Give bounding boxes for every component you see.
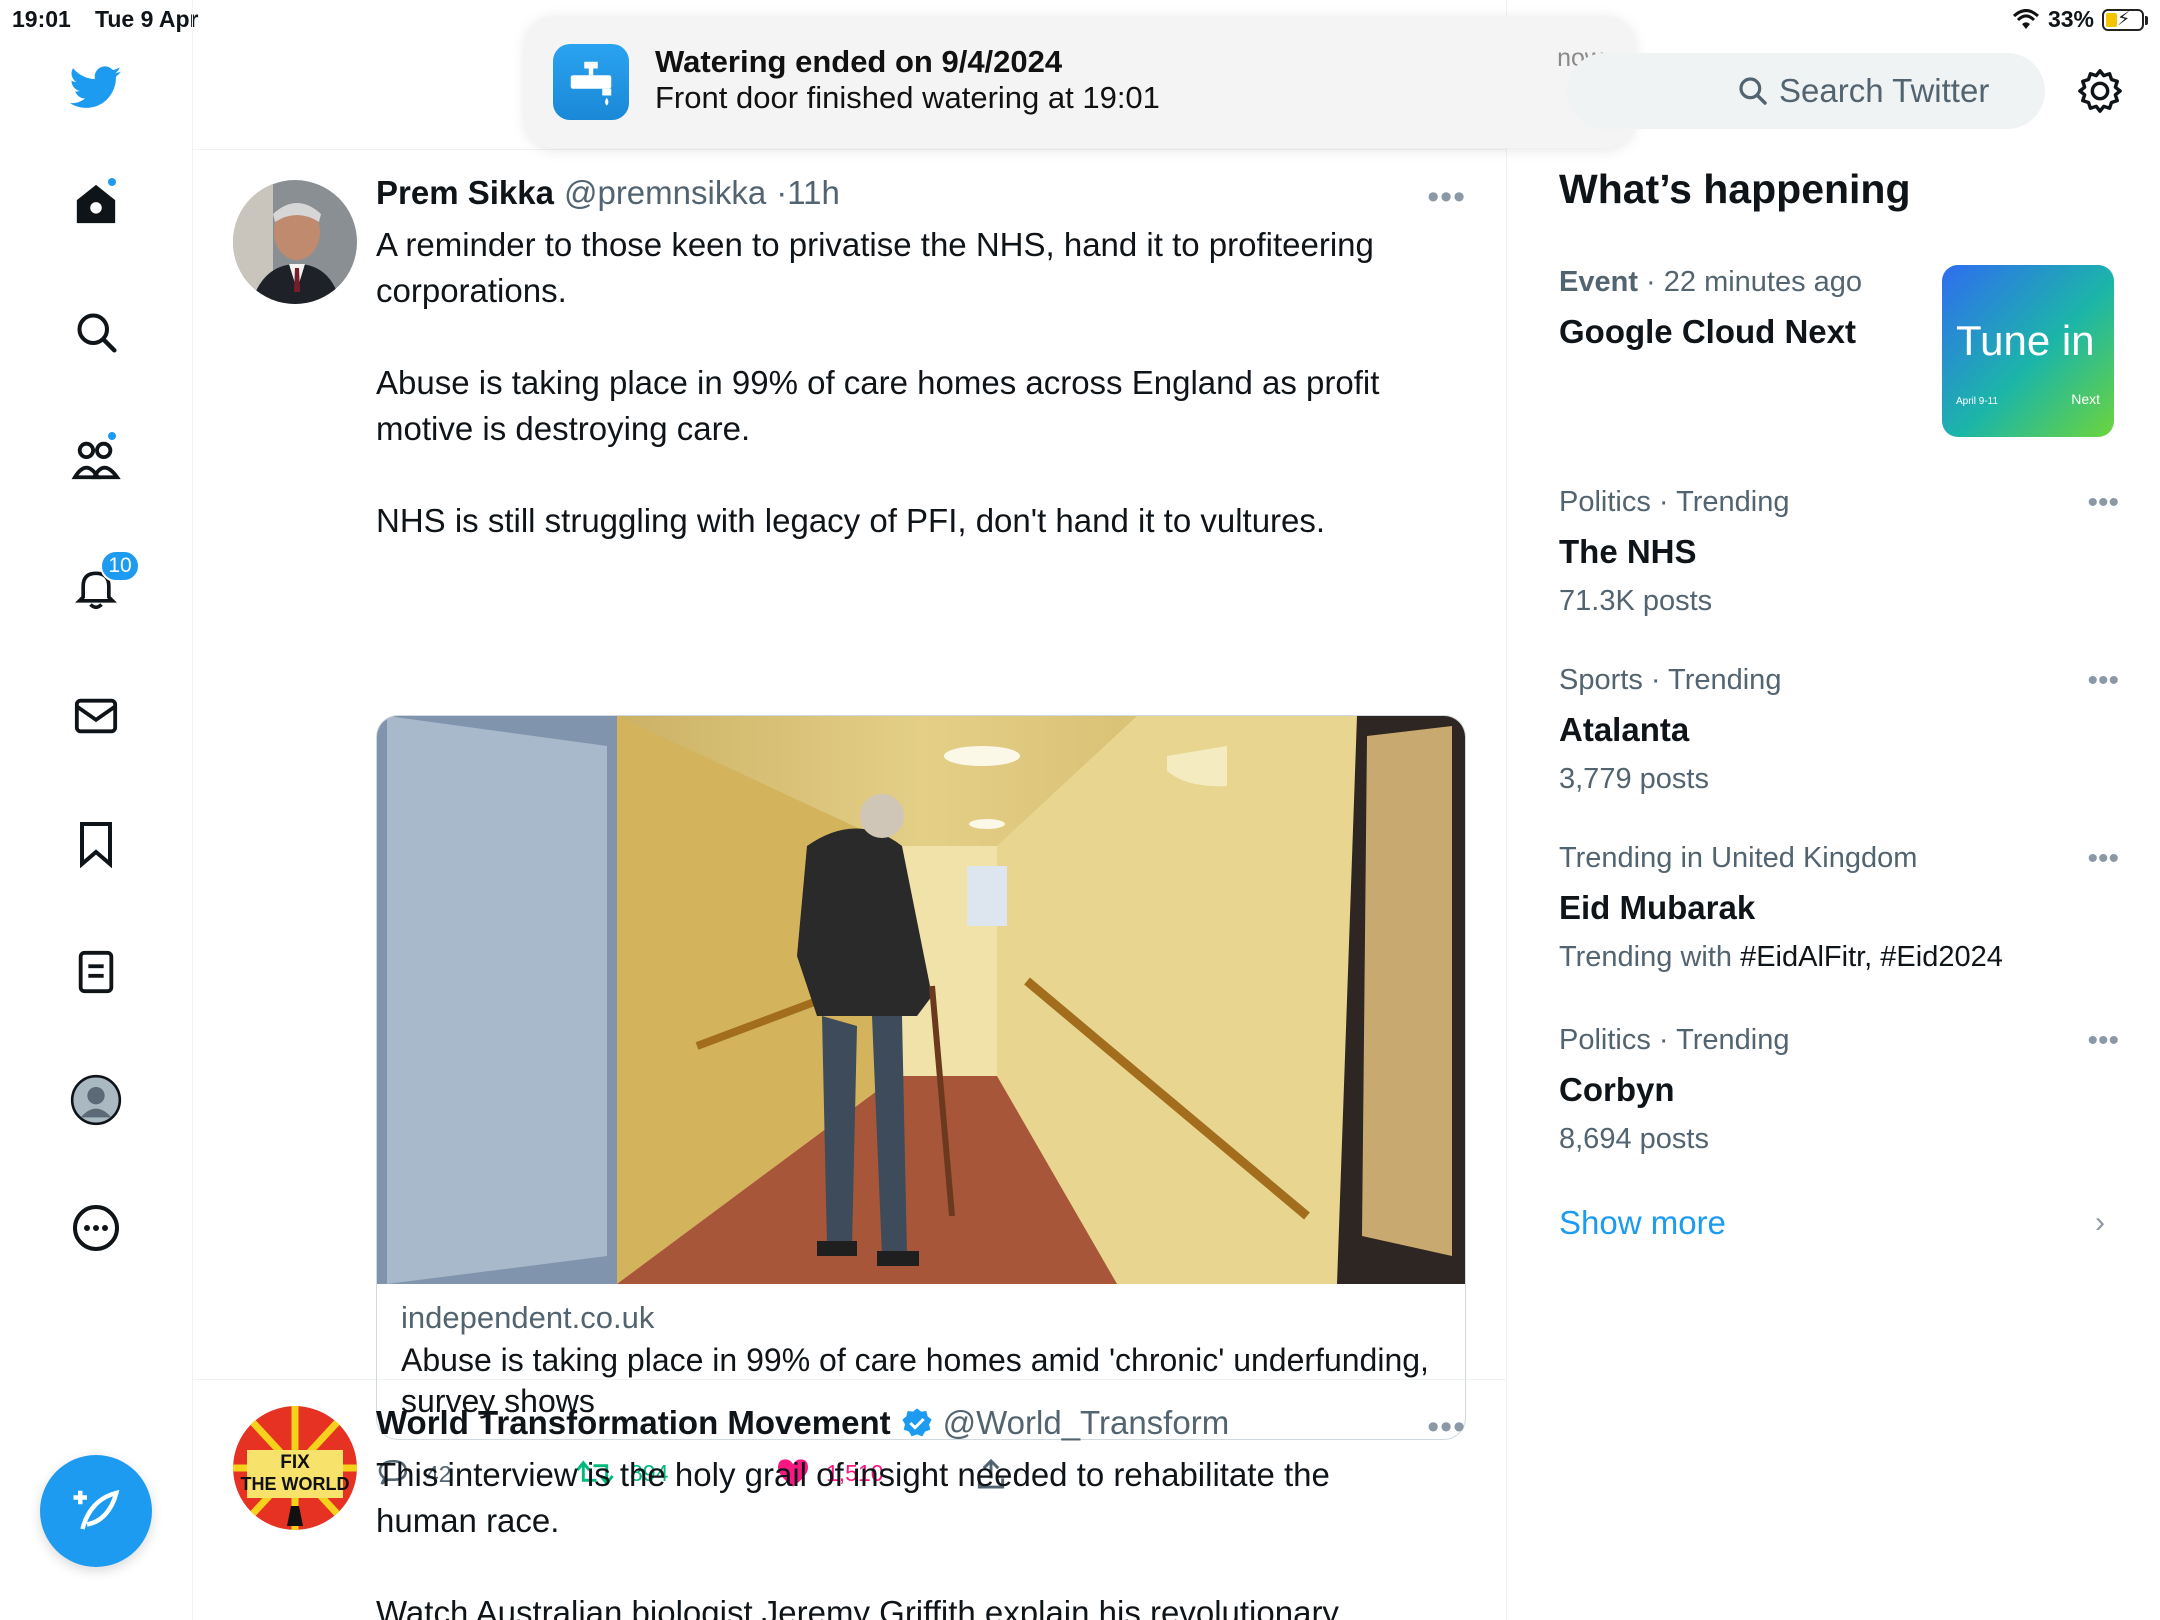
- compose-tweet-button[interactable]: [40, 1455, 152, 1567]
- communities-icon[interactable]: [70, 430, 122, 486]
- avatar[interactable]: [233, 180, 357, 304]
- notification-body: Front door finished watering at 19:01: [655, 80, 1160, 115]
- event-category: Event: [1559, 266, 1638, 298]
- tweet-more-icon[interactable]: •••: [1427, 1408, 1466, 1447]
- trend-posts: 3,779 posts: [1559, 763, 1709, 795]
- profile-icon[interactable]: [70, 1074, 122, 1126]
- tweet-time[interactable]: 11h: [787, 174, 840, 212]
- tweet-paragraph: A reminder to those keen to privatise th…: [376, 226, 1374, 309]
- search-icon: [1739, 77, 1767, 105]
- communities-new-dot: [106, 430, 118, 442]
- tweet[interactable]: FIX THE WORLD World Transformation Movem…: [193, 1380, 1506, 1620]
- notification-title: Watering ended on 9/4/2024: [655, 44, 1063, 79]
- watering-app-icon: [553, 44, 629, 120]
- trend-item[interactable]: Trending in United Kingdom Eid Mubarak T…: [1559, 842, 2119, 974]
- tweet-paragraph: Abuse is taking place in 99% of care hom…: [376, 364, 1380, 447]
- event-time: 22 minutes ago: [1663, 266, 1863, 298]
- tweet-paragraph: This interview is the holy grail of insi…: [376, 1456, 1330, 1539]
- trend-more-icon[interactable]: •••: [2087, 486, 2119, 520]
- more-icon[interactable]: [70, 1202, 122, 1254]
- trend-sub-prefix: Trending with: [1559, 941, 1733, 973]
- notification-banner[interactable]: Watering ended on 9/4/2024 Front door fi…: [525, 16, 1635, 148]
- search-placeholder: Search Twitter: [1779, 72, 1990, 109]
- trend-title: The NHS: [1559, 533, 1697, 570]
- trend-more-icon[interactable]: •••: [2087, 1024, 2119, 1058]
- trend-more-icon[interactable]: •••: [2087, 664, 2119, 698]
- show-more-link[interactable]: Show more: [1559, 1204, 1726, 1242]
- author-name[interactable]: World Transformation Movement: [376, 1404, 891, 1442]
- trend-title: Corbyn: [1559, 1071, 1675, 1108]
- lists-icon[interactable]: [70, 946, 122, 998]
- twitter-logo[interactable]: [70, 62, 122, 114]
- author-handle[interactable]: @premnsikka: [564, 174, 766, 212]
- settings-button[interactable]: [2077, 68, 2123, 119]
- tweet-more-icon[interactable]: •••: [1427, 178, 1466, 217]
- mail-icon[interactable]: [70, 690, 122, 742]
- trend-item[interactable]: Politics · Trending The NHS 71.3K posts …: [1559, 486, 2119, 618]
- verified-icon: [901, 1408, 932, 1437]
- trend-item[interactable]: Politics · Trending Corbyn 8,694 posts •…: [1559, 1024, 2119, 1156]
- event-thumb-text: Tune in: [1956, 317, 2095, 364]
- trend-posts: 8,694 posts: [1559, 1123, 1709, 1155]
- author-name[interactable]: Prem Sikka: [376, 174, 554, 212]
- avatar-text-world: THE WORLD: [241, 1474, 350, 1494]
- tweet-text: A reminder to those keen to privatise th…: [376, 222, 1436, 590]
- right-sidebar: Search Twitter What’s happening Event · …: [1507, 0, 2160, 1620]
- trend-title: Eid Mubarak: [1559, 889, 1756, 926]
- author-handle[interactable]: @World_Transform: [943, 1404, 1230, 1442]
- gear-icon: [2078, 69, 2122, 113]
- link-card[interactable]: independent.co.uk Abuse is taking place …: [376, 715, 1466, 1440]
- notifications-badge: 10: [100, 550, 140, 582]
- sidebar: 10: [0, 0, 193, 1620]
- event-thumb-date: April 9-11: [1956, 396, 1999, 407]
- card-image: [377, 716, 1465, 1284]
- avatar[interactable]: FIX THE WORLD: [233, 1406, 357, 1530]
- search-icon[interactable]: [70, 306, 122, 358]
- event-thumb-brand: Next: [2071, 391, 2100, 407]
- trend-sub: Trending with #EidAlFitr, #Eid2024: [1559, 941, 2119, 974]
- tweet[interactable]: Prem Sikka @premnsikka · 11h ••• A remin…: [193, 150, 1506, 1489]
- whats-happening-title: What’s happening: [1559, 166, 1911, 212]
- home-icon[interactable]: [70, 176, 122, 230]
- tweet-paragraph: Watch Australian biologist Jeremy Griffi…: [376, 1594, 1339, 1620]
- trend-posts: 71.3K posts: [1559, 585, 1713, 617]
- trend-meta: Politics · Trending: [1559, 486, 1790, 518]
- trend-hashtags[interactable]: #EidAlFitr, #Eid2024: [1740, 941, 2003, 973]
- tweet-paragraph: NHS is still struggling with legacy of P…: [376, 502, 1326, 539]
- trend-meta: Politics · Trending: [1559, 1024, 1790, 1056]
- card-domain: independent.co.uk: [401, 1300, 655, 1335]
- event-thumbnail[interactable]: Tune in April 9-11 Next: [1942, 265, 2114, 437]
- trend-meta: Sports · Trending: [1559, 664, 1782, 696]
- home-new-dot: [106, 176, 118, 188]
- compose-feather-icon: [73, 1489, 120, 1530]
- trend-title: Atalanta: [1559, 711, 1690, 748]
- bell-icon[interactable]: 10: [70, 550, 140, 614]
- search-input[interactable]: Search Twitter: [1567, 53, 2045, 129]
- chevron-right-icon: ›: [2095, 1206, 2105, 1239]
- tweet-header: Prem Sikka @premnsikka · 11h: [376, 174, 840, 212]
- separator-dot: ·: [776, 174, 788, 211]
- tweet-header: World Transformation Movement @World_Tra…: [376, 1404, 1229, 1442]
- trend-item[interactable]: Sports · Trending Atalanta 3,779 posts •…: [1559, 664, 2119, 796]
- avatar-text-fix: FIX: [280, 1452, 310, 1473]
- trend-meta: Trending in United Kingdom: [1559, 842, 1918, 874]
- trend-more-icon[interactable]: •••: [2087, 842, 2119, 876]
- timeline: Prem Sikka @premnsikka · 11h ••• A remin…: [193, 0, 1507, 1620]
- tweet-text: This interview is the holy grail of insi…: [376, 1452, 1436, 1620]
- bookmark-icon[interactable]: [70, 818, 122, 870]
